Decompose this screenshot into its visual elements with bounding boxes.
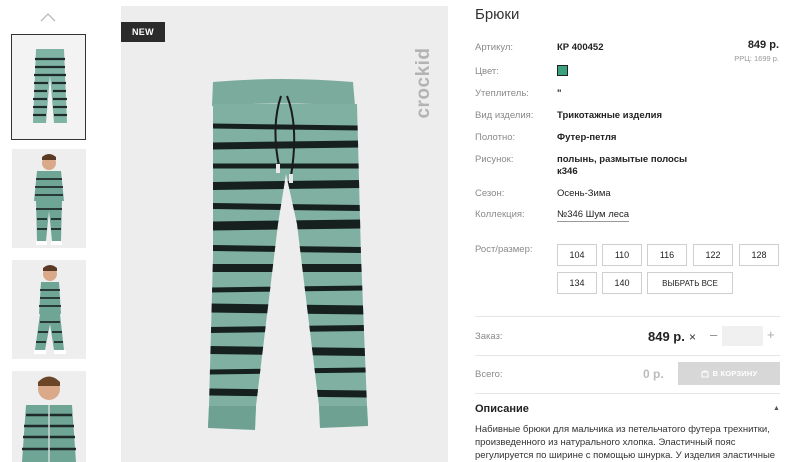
collapse-arrow-icon[interactable]: ▲ bbox=[773, 405, 780, 412]
thumbnail-model-front[interactable] bbox=[12, 149, 86, 248]
multiply-icon: × bbox=[689, 330, 697, 344]
size-128-button[interactable]: 128 bbox=[739, 244, 779, 266]
order-label: Заказ: bbox=[475, 331, 503, 342]
description-text: Набивные брюки для мальчика из петельчат… bbox=[475, 424, 776, 461]
total-value: 0 р. bbox=[643, 367, 664, 381]
select-all-sizes-button[interactable]: ВЫБРАТЬ ВСЕ bbox=[647, 272, 733, 294]
order-price: 849 р. bbox=[648, 329, 685, 344]
decrease-quantity-button[interactable]: – bbox=[710, 327, 717, 342]
product-price: 849 р. bbox=[747, 39, 779, 51]
add-to-cart-button[interactable]: В КОРЗИНУ bbox=[678, 362, 780, 385]
brand-logo: crockid bbox=[413, 47, 434, 118]
product-main-image: NEW crockid bbox=[121, 6, 448, 462]
quantity-input[interactable] bbox=[722, 326, 763, 346]
size-134-button[interactable]: 134 bbox=[557, 272, 597, 294]
product-info-panel: Брюки 849 р. РРЦ: 1699 р. Артикул: КР 40… bbox=[475, 6, 780, 461]
size-label: Рост/размер: bbox=[475, 244, 533, 255]
thumbnail-pants[interactable] bbox=[11, 34, 86, 140]
recommended-price: РРЦ: 1699 р. bbox=[734, 54, 779, 63]
add-to-cart-label: В КОРЗИНУ bbox=[712, 369, 758, 378]
product-title: Брюки bbox=[475, 6, 520, 23]
size-140-button[interactable]: 140 bbox=[602, 272, 642, 294]
divider bbox=[475, 393, 780, 394]
size-104-button[interactable]: 104 bbox=[557, 244, 597, 266]
thumbnail-model-portrait[interactable] bbox=[12, 371, 86, 462]
size-110-button[interactable]: 110 bbox=[602, 244, 642, 266]
chevron-up-icon[interactable] bbox=[40, 12, 56, 22]
new-badge: NEW bbox=[121, 22, 165, 42]
divider bbox=[475, 316, 780, 317]
size-122-button[interactable]: 122 bbox=[693, 244, 733, 266]
collection-link[interactable]: №346 Шум леса bbox=[557, 209, 630, 222]
cart-icon bbox=[701, 370, 709, 377]
thumbnail-model-side[interactable] bbox=[12, 260, 86, 359]
color-swatch[interactable] bbox=[557, 65, 568, 76]
description-title[interactable]: Описание bbox=[475, 403, 529, 415]
size-116-button[interactable]: 116 bbox=[647, 244, 687, 266]
pants-illustration bbox=[208, 79, 368, 430]
divider bbox=[475, 355, 780, 356]
increase-quantity-button[interactable]: + bbox=[767, 327, 775, 342]
svg-text:crockid: crockid bbox=[413, 47, 434, 118]
total-label: Всего: bbox=[475, 369, 503, 380]
thumbnail-strip bbox=[0, 0, 100, 462]
